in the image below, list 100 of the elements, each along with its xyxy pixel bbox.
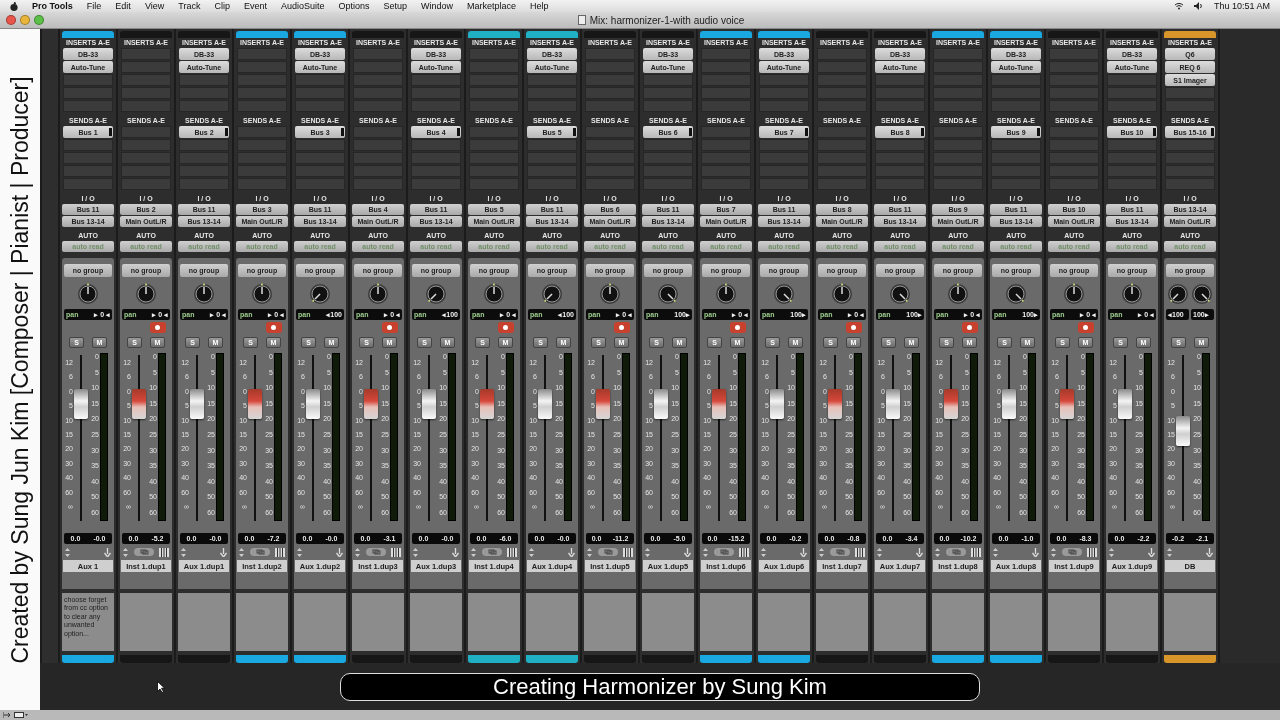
empty-send-slot[interactable] (527, 139, 577, 151)
comment-box[interactable] (236, 593, 288, 651)
pan-knob[interactable] (1121, 283, 1143, 305)
link-toggle-icon[interactable] (133, 548, 154, 556)
clock[interactable]: Thu 10:51 AM (1213, 0, 1270, 12)
empty-send-slot[interactable] (179, 139, 229, 151)
empty-insert-slot[interactable] (411, 74, 461, 86)
link-toggle-icon[interactable] (945, 548, 966, 556)
up-down-arrows-icon[interactable] (1109, 547, 1114, 557)
fader-cap[interactable] (364, 389, 378, 419)
keyboard-icon[interactable] (623, 547, 633, 557)
record-button[interactable] (1078, 322, 1094, 333)
record-button[interactable] (266, 322, 282, 333)
keyboard-icon[interactable] (275, 547, 285, 557)
pan-knob[interactable] (773, 283, 795, 305)
wifi-icon[interactable] (1173, 2, 1184, 10)
zoom-button[interactable] (34, 15, 44, 25)
pan-knob[interactable] (831, 283, 853, 305)
pan-knob[interactable] (889, 283, 911, 305)
empty-insert-slot[interactable] (179, 74, 229, 86)
comment-box[interactable] (874, 593, 926, 651)
keyboard-icon[interactable] (507, 547, 517, 557)
empty-send-slot[interactable] (411, 139, 461, 151)
up-down-arrows-icon[interactable] (935, 547, 940, 557)
pan-knob[interactable] (715, 283, 737, 305)
menu-item[interactable]: Options (338, 0, 370, 12)
empty-send-slot[interactable] (643, 139, 693, 151)
empty-insert-slot[interactable] (1107, 74, 1157, 86)
down-arrow-icon[interactable] (104, 547, 111, 557)
menu-item[interactable]: Help (530, 0, 549, 12)
down-arrow-icon[interactable] (916, 547, 923, 557)
link-toggle-icon[interactable] (249, 548, 270, 556)
up-down-arrows-icon[interactable] (703, 547, 708, 557)
up-down-arrows-icon[interactable] (877, 547, 882, 557)
pan-knob[interactable] (367, 283, 389, 305)
comment-box[interactable] (352, 593, 404, 651)
empty-send-slot[interactable] (759, 139, 809, 151)
menu-item[interactable]: File (86, 0, 102, 12)
pan-knob[interactable] (657, 283, 679, 305)
record-button[interactable] (498, 322, 514, 333)
close-button[interactable] (6, 15, 16, 25)
empty-send-slot[interactable] (63, 139, 113, 151)
link-toggle-icon[interactable] (713, 548, 734, 556)
comment-box[interactable] (816, 593, 868, 651)
pan-knob[interactable] (1191, 283, 1213, 305)
record-button[interactable] (382, 322, 398, 333)
record-button[interactable] (614, 322, 630, 333)
comment-box[interactable] (468, 593, 520, 651)
down-arrow-icon[interactable] (452, 547, 459, 557)
keyboard-icon[interactable] (159, 547, 169, 557)
empty-insert-slot[interactable] (991, 74, 1041, 86)
empty-insert-slot[interactable] (295, 74, 345, 86)
down-arrow-icon[interactable] (336, 547, 343, 557)
up-down-arrows-icon[interactable] (355, 547, 360, 557)
pan-knob[interactable] (251, 283, 273, 305)
fader-cap[interactable] (712, 389, 726, 419)
up-down-arrows-icon[interactable] (761, 547, 766, 557)
up-down-arrows-icon[interactable] (819, 547, 824, 557)
pan-knob[interactable] (1005, 283, 1027, 305)
record-button[interactable] (962, 322, 978, 333)
up-down-arrows-icon[interactable] (529, 547, 534, 557)
pan-knob[interactable] (483, 283, 505, 305)
pan-knob[interactable] (947, 283, 969, 305)
up-down-arrows-icon[interactable] (645, 547, 650, 557)
link-toggle-icon[interactable] (481, 548, 502, 556)
menu-item[interactable]: Track (178, 0, 201, 12)
down-arrow-icon[interactable] (220, 547, 227, 557)
menu-item[interactable]: Edit (115, 0, 131, 12)
empty-send-slot[interactable] (295, 139, 345, 151)
empty-insert-slot[interactable] (1165, 87, 1215, 99)
app-menu[interactable]: Pro Tools (32, 0, 73, 12)
comment-box[interactable] (990, 593, 1042, 651)
comment-box[interactable] (700, 593, 752, 651)
comment-box[interactable] (294, 593, 346, 651)
menu-item[interactable]: AudioSuite (280, 0, 325, 12)
menu-item[interactable]: Window (421, 0, 454, 12)
up-down-arrows-icon[interactable] (1167, 547, 1172, 557)
down-arrow-icon[interactable] (1148, 547, 1155, 557)
up-down-arrows-icon[interactable] (1051, 547, 1056, 557)
pan-knob[interactable] (309, 283, 331, 305)
keyboard-icon[interactable] (1087, 547, 1097, 557)
fader-cap[interactable] (596, 389, 610, 419)
minimize-button[interactable] (20, 15, 30, 25)
empty-insert-slot[interactable] (527, 74, 577, 86)
pan-knob[interactable] (193, 283, 215, 305)
link-toggle-icon[interactable] (829, 548, 850, 556)
up-down-arrows-icon[interactable] (413, 547, 418, 557)
comment-box[interactable] (178, 593, 230, 651)
pan-knob[interactable] (1167, 283, 1189, 305)
comment-box[interactable] (932, 593, 984, 651)
down-arrow-icon[interactable] (800, 547, 807, 557)
down-arrow-icon[interactable] (1032, 547, 1039, 557)
keyboard-icon[interactable] (739, 547, 749, 557)
link-toggle-icon[interactable] (1061, 548, 1082, 556)
record-button[interactable] (730, 322, 746, 333)
keyboard-icon[interactable] (391, 547, 401, 557)
up-down-arrows-icon[interactable] (65, 547, 70, 557)
down-arrow-icon[interactable] (684, 547, 691, 557)
comment-box[interactable] (758, 593, 810, 651)
menu-item[interactable]: View (144, 0, 165, 12)
